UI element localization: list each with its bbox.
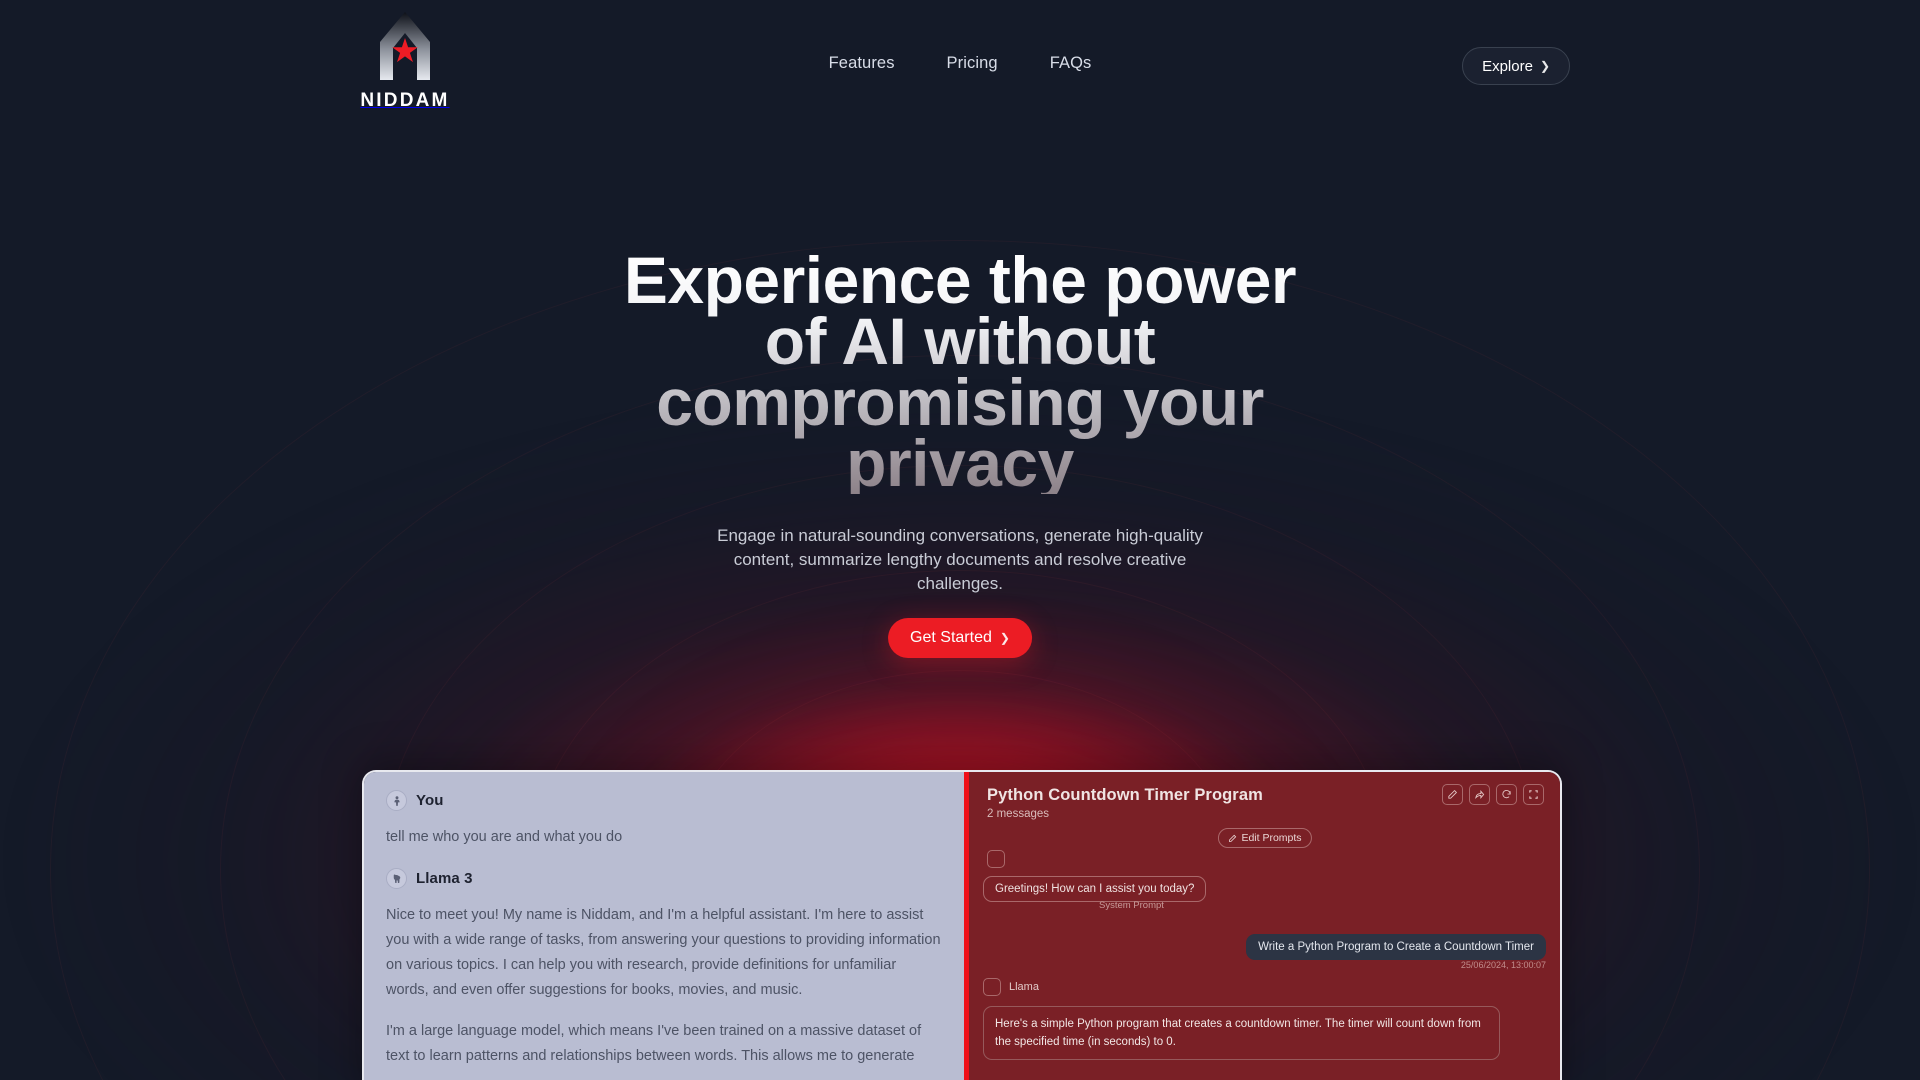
chevron-right-icon: ❯ xyxy=(1539,59,1550,73)
chevron-right-icon: ❯ xyxy=(999,631,1010,645)
nav-item-faqs[interactable]: FAQs xyxy=(1050,54,1092,73)
hero-subtitle: Engage in natural-sounding conversations… xyxy=(717,526,1203,593)
edit-icon[interactable] xyxy=(1442,784,1463,805)
message-header: Llama 3 xyxy=(386,868,942,889)
conversation-toolbar xyxy=(1442,784,1544,805)
llama-avatar xyxy=(983,978,1001,996)
system-message-bubble: Greetings! How can I assist you today? xyxy=(983,876,1207,902)
edit-prompts-label: Edit Prompts xyxy=(1241,832,1302,844)
explore-button-label: Explore xyxy=(1482,57,1533,75)
site-header: NIDDAM Features Pricing FAQs Explore ❯ xyxy=(0,0,1920,130)
main-navigation: Features Pricing FAQs xyxy=(829,54,1092,73)
niddam-arch-star-logo-icon xyxy=(380,12,430,80)
product-screenshot-mockup: You tell me who you are and what you do … xyxy=(362,770,1562,1080)
conversation-pane: Python Countdown Timer Program 2 message… xyxy=(969,772,1560,1080)
message-header: You xyxy=(386,790,942,811)
chat-transcript-pane: You tell me who you are and what you do … xyxy=(364,772,964,1080)
message-author: Llama 3 xyxy=(416,870,473,887)
explore-button[interactable]: Explore ❯ xyxy=(1462,47,1570,85)
nav-item-features[interactable]: Features xyxy=(829,54,895,73)
llama-icon xyxy=(386,868,407,889)
edit-prompts-button[interactable]: Edit Prompts xyxy=(1217,828,1312,848)
pencil-icon xyxy=(1228,834,1236,842)
get-started-label: Get Started xyxy=(910,629,992,646)
page-title: Experience the power of AI without compr… xyxy=(410,250,1510,494)
message-paragraph: tell me who you are and what you do xyxy=(386,829,623,845)
regenerate-icon[interactable] xyxy=(1496,784,1517,805)
chat-message-user: You tell me who you are and what you do xyxy=(386,790,942,850)
person-icon xyxy=(386,790,407,811)
get-started-button[interactable]: Get Started ❯ xyxy=(888,618,1032,658)
message-author: You xyxy=(416,792,444,809)
brand-name: NIDDAM xyxy=(360,90,450,111)
message-body: Nice to meet you! My name is Niddam, and… xyxy=(386,903,942,1069)
assistant-message-bubble: Here's a simple Python program that crea… xyxy=(983,1006,1500,1060)
message-body: tell me who you are and what you do xyxy=(386,825,942,850)
user-message-timestamp: 25/06/2024, 13:00:07 xyxy=(1460,960,1546,970)
user-message-bubble: Write a Python Program to Create a Count… xyxy=(1246,934,1546,960)
message-paragraph: I'm a large language model, which means … xyxy=(386,1023,922,1064)
chat-message-assistant: Llama 3 Nice to meet you! My name is Nid… xyxy=(386,868,942,1069)
nav-item-pricing[interactable]: Pricing xyxy=(947,54,998,73)
headline-line-4: privacy xyxy=(846,426,1074,500)
system-avatar xyxy=(987,850,1005,868)
assistant-author-row: Llama xyxy=(983,978,1039,996)
expand-icon[interactable] xyxy=(1523,784,1544,805)
system-prompt-label: System Prompt xyxy=(1099,900,1164,911)
conversation-message-count: 2 messages xyxy=(987,808,1050,820)
share-icon[interactable] xyxy=(1469,784,1490,805)
brand-logo[interactable]: NIDDAM xyxy=(345,8,465,112)
message-paragraph: Nice to meet you! My name is Niddam, and… xyxy=(386,907,941,998)
assistant-author-name: Llama xyxy=(1009,981,1039,993)
